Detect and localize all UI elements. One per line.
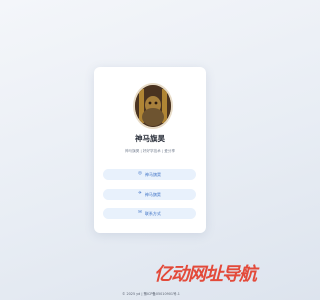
profile-card: 神马旗昊 神马旗昊 | 好好学技术 | 爱分享 ◎ 神马旗昊 ✈ 神马旗昊 ✉ … — [94, 67, 206, 233]
github-icon: ◎ — [138, 171, 142, 177]
github-link-label: 神马旗昊 — [144, 171, 161, 177]
contact-label: 联系方式 — [144, 210, 161, 216]
bird-icon: ✈ — [138, 191, 142, 197]
mail-icon: ✉ — [138, 210, 142, 216]
brand-watermark: 亿动网址导航 — [154, 264, 257, 285]
social-link-button[interactable]: ✈ 神马旗昊 — [103, 189, 196, 200]
profile-name: 神马旗昊 — [135, 134, 165, 143]
avatar — [133, 83, 173, 129]
github-link-button[interactable]: ◎ 神马旗昊 — [103, 169, 196, 180]
social-link-label: 神马旗昊 — [144, 191, 161, 197]
avatar-image — [135, 85, 171, 127]
contact-button[interactable]: ✉ 联系方式 — [103, 208, 196, 219]
footer-copyright[interactable]: © 2025 yd | 豫ICP备05010901号-1 — [122, 291, 180, 296]
profile-tagline: 神马旗昊 | 好好学技术 | 爱分享 — [124, 149, 176, 153]
